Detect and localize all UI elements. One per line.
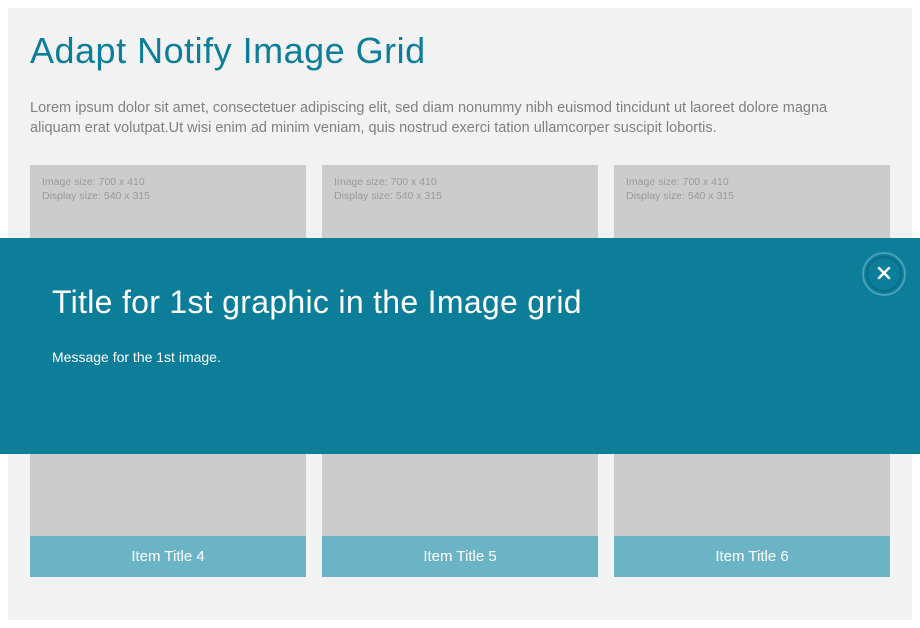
placeholder-image-size: Image size: 700 x 410 — [42, 175, 294, 189]
placeholder-image-size: Image size: 700 x 410 — [334, 175, 586, 189]
item-caption: Item Title 4 — [30, 536, 306, 577]
placeholder-display-size: Display size: 540 x 315 — [626, 189, 878, 203]
item-caption: Item Title 6 — [614, 536, 890, 577]
placeholder-meta: Image size: 700 x 410 Display size: 540 … — [30, 165, 306, 209]
close-button[interactable] — [866, 256, 902, 292]
notify-message: Message for the 1st image. — [52, 349, 868, 365]
placeholder-meta: Image size: 700 x 410 Display size: 540 … — [322, 165, 598, 209]
placeholder-image-size: Image size: 700 x 410 — [626, 175, 878, 189]
page-title: Adapt Notify Image Grid — [30, 30, 890, 72]
notify-banner: Title for 1st graphic in the Image grid … — [0, 238, 920, 454]
placeholder-display-size: Display size: 540 x 315 — [334, 189, 586, 203]
placeholder-display-size: Display size: 540 x 315 — [42, 189, 294, 203]
close-icon — [877, 266, 891, 283]
placeholder-meta: Image size: 700 x 410 Display size: 540 … — [614, 165, 890, 209]
item-caption: Item Title 5 — [322, 536, 598, 577]
notify-title: Title for 1st graphic in the Image grid — [52, 284, 868, 321]
intro-text: Lorem ipsum dolor sit amet, consectetuer… — [30, 98, 870, 139]
